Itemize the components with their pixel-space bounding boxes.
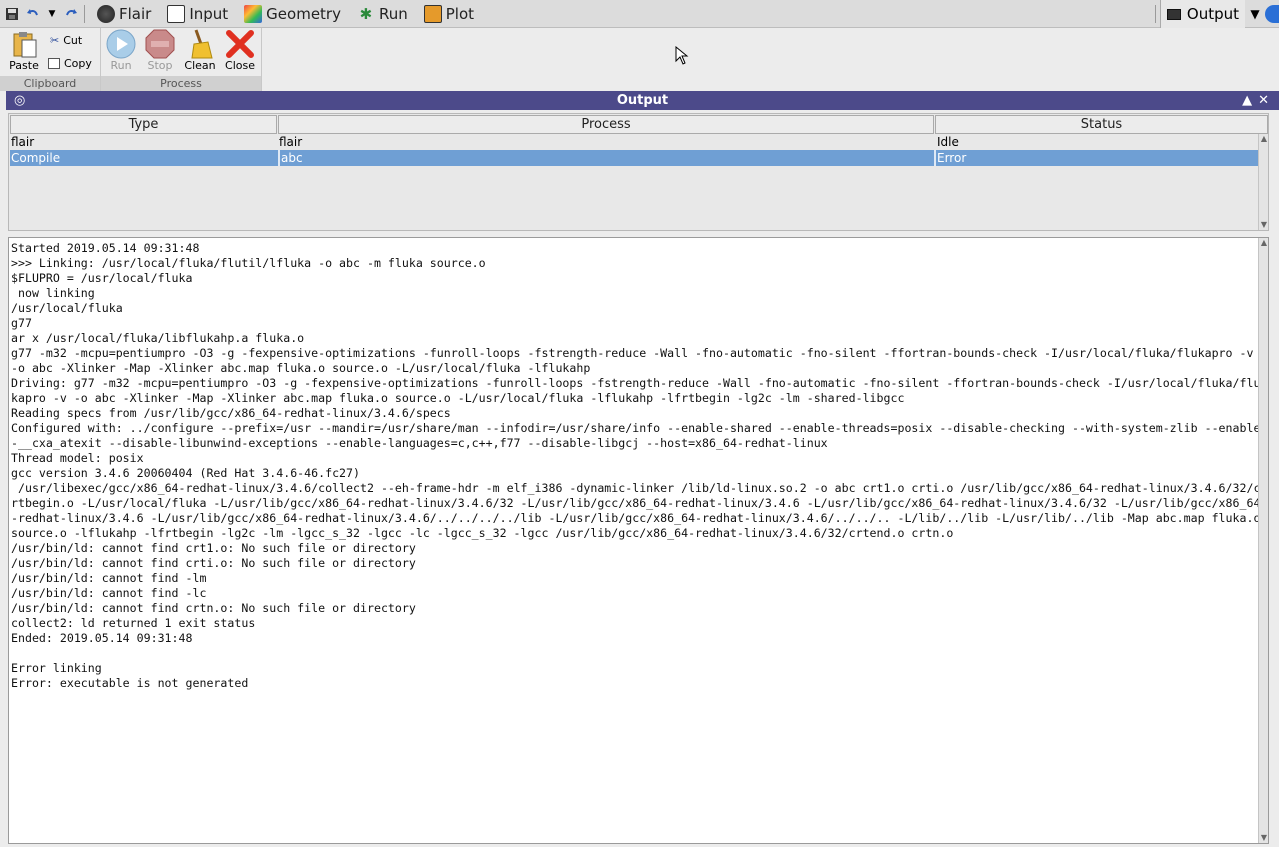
- cut-label: Cut: [63, 33, 83, 47]
- close-icon: [226, 30, 254, 58]
- input-icon: [167, 4, 186, 23]
- maximize-icon[interactable]: ▲: [1242, 93, 1258, 108]
- close-icon[interactable]: ✕: [1258, 93, 1275, 108]
- copy-button[interactable]: Copy: [48, 53, 92, 73]
- plot-icon: [423, 4, 442, 23]
- paste-icon: [13, 32, 37, 58]
- scissors-icon: ✂: [50, 33, 60, 47]
- clipboard-group-label: Clipboard: [0, 76, 100, 91]
- ribbon: Paste ✂ Cut Copy Clipboard Run Stop Clea…: [0, 28, 1279, 91]
- tab-flair-label: Flair: [119, 4, 152, 23]
- copy-label: Copy: [64, 56, 92, 70]
- log-text: Started 2019.05.14 09:31:48 >>> Linking:…: [11, 241, 1261, 690]
- undo-icon[interactable]: [24, 6, 40, 22]
- scroll-up-icon[interactable]: ▲: [1259, 134, 1269, 144]
- scroll-down-icon[interactable]: ▼: [1259, 833, 1268, 843]
- paste-label: Paste: [9, 59, 39, 72]
- run-label: Run: [110, 59, 132, 72]
- play-icon: [106, 29, 136, 59]
- broom-icon: [191, 29, 213, 59]
- tab-input[interactable]: Input: [159, 0, 236, 28]
- flair-icon: [97, 4, 115, 23]
- table-cell-type: flair: [11, 135, 35, 149]
- redo-icon[interactable]: [64, 6, 80, 22]
- tab-plot[interactable]: Plot: [416, 0, 482, 28]
- tab-run-label: Run: [378, 4, 408, 23]
- separator: [84, 4, 85, 23]
- tab-output-label: Output: [1186, 5, 1239, 23]
- panel-title: Output: [616, 93, 669, 108]
- separator: [1154, 5, 1156, 23]
- clipboard-group: Paste ✂ Cut Copy Clipboard: [0, 28, 101, 91]
- table-cell-process: flair: [279, 135, 303, 149]
- tab-input-label: Input: [189, 4, 229, 23]
- table-cell-status: Idle: [937, 135, 959, 149]
- panel-menu-icon[interactable]: ◎: [14, 91, 25, 110]
- table-scrollbar[interactable]: ▲ ▼: [1258, 134, 1268, 230]
- run-button[interactable]: Run: [101, 28, 141, 74]
- terminal-icon: [1166, 8, 1181, 20]
- paste-button[interactable]: Paste: [4, 28, 44, 74]
- column-header-status[interactable]: Status: [935, 115, 1268, 134]
- log-scrollbar[interactable]: ▲ ▼: [1258, 238, 1268, 843]
- menubar-right: Output ▼: [1151, 0, 1279, 28]
- tab-output[interactable]: Output: [1159, 0, 1245, 28]
- panel-controls: ▲✕: [1242, 91, 1275, 110]
- log-output[interactable]: Started 2019.05.14 09:31:48 >>> Linking:…: [8, 237, 1269, 844]
- close-label: Close: [225, 59, 255, 72]
- table-cell-status: Error: [934, 150, 1268, 166]
- column-header-process-label: Process: [581, 117, 631, 132]
- menubar: ▼ Flair Input Geometry ✱ Run Plot Output…: [0, 0, 1279, 28]
- copy-icon: [48, 57, 60, 69]
- tab-plot-label: Plot: [445, 4, 475, 23]
- clean-button[interactable]: Clean: [180, 28, 220, 74]
- column-header-type[interactable]: Type: [10, 115, 277, 134]
- process-table: Type Process Status flair flair Idle Com…: [8, 113, 1269, 231]
- process-group: Run Stop Clean Close Process: [101, 28, 262, 91]
- geometry-icon: [244, 4, 263, 23]
- chevron-down-icon[interactable]: ▼: [44, 6, 60, 22]
- cut-button[interactable]: ✂ Cut: [50, 30, 82, 50]
- close-button[interactable]: Close: [220, 28, 260, 74]
- tab-geometry-label: Geometry: [266, 4, 341, 23]
- scroll-up-icon[interactable]: ▲: [1259, 238, 1268, 248]
- mouse-cursor-icon: [675, 46, 689, 65]
- output-panel-titlebar: ◎ Output ▲✕: [6, 91, 1279, 110]
- tab-flair[interactable]: Flair: [89, 0, 159, 28]
- column-header-status-label: Status: [1080, 117, 1123, 132]
- table-cell-type: Compile: [11, 151, 61, 165]
- clean-label: Clean: [184, 59, 216, 72]
- process-group-label: Process: [101, 76, 261, 91]
- scroll-down-icon[interactable]: ▼: [1259, 220, 1269, 230]
- column-header-process[interactable]: Process: [278, 115, 934, 134]
- stop-button[interactable]: Stop: [140, 28, 180, 74]
- info-icon[interactable]: [1265, 5, 1279, 23]
- tab-run[interactable]: ✱ Run: [349, 0, 416, 28]
- table-cell-process: abc: [278, 150, 933, 166]
- column-header-type-label: Type: [128, 117, 159, 132]
- stop-icon: [145, 29, 175, 59]
- chevron-down-icon[interactable]: ▼: [1245, 7, 1265, 21]
- stop-label: Stop: [147, 59, 173, 72]
- run-icon: ✱: [359, 4, 373, 23]
- save-icon[interactable]: [4, 6, 20, 22]
- table-row[interactable]: flair flair Idle: [10, 134, 1258, 150]
- table-row[interactable]: Compile abc Error: [10, 150, 1268, 166]
- tab-geometry[interactable]: Geometry: [236, 0, 349, 28]
